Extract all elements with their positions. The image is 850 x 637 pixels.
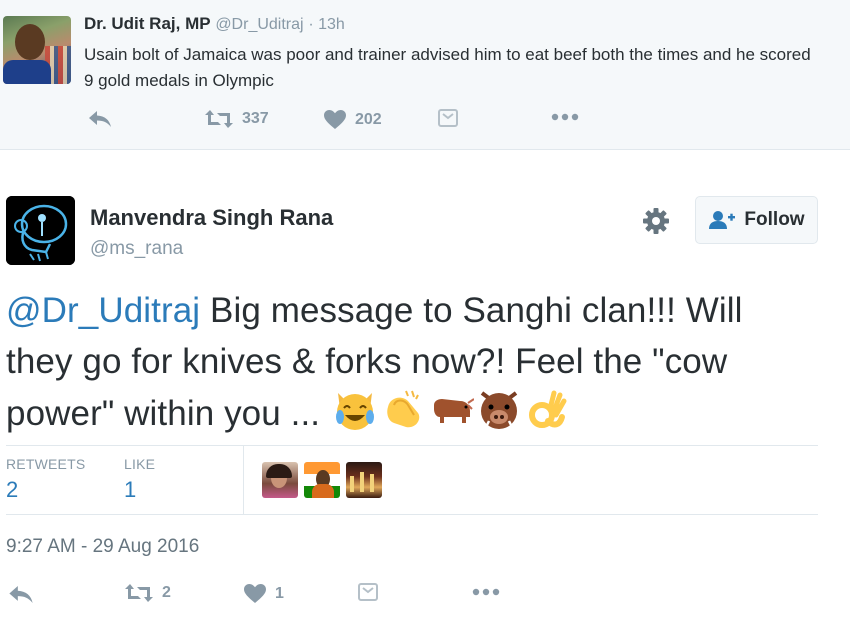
liker-avatar[interactable] [346, 462, 382, 498]
parent-author-handle[interactable]: @Dr_Uditraj [215, 16, 303, 33]
tweet-text-line1: Big message to Sanghi clan!!! Will [200, 291, 743, 330]
tears-of-joy-cat-emoji [335, 393, 374, 430]
tweet-text-line3: power" within you ... [6, 394, 330, 433]
parent-moment-button[interactable] [438, 109, 458, 127]
stats-bottom-divider [6, 514, 818, 515]
mention-link[interactable]: @Dr_Uditraj [6, 291, 200, 330]
clapping-hands-emoji [387, 390, 420, 428]
stats-top-divider [6, 445, 818, 446]
parent-like-button[interactable]: 202 [323, 109, 382, 130]
ox-emoji [433, 398, 474, 423]
tweet-text-line2: they go for knives & forks now?! Feel th… [6, 342, 728, 381]
likes-count[interactable]: 1 [124, 477, 136, 503]
like-button[interactable]: 1 [243, 583, 284, 604]
author-name[interactable]: Manvendra Singh Rana [90, 205, 333, 231]
moment-icon [358, 583, 378, 601]
follow-label: Follow [744, 209, 805, 230]
likes-label[interactable]: LIKE [124, 456, 155, 472]
parent-reply-button[interactable] [88, 110, 112, 128]
tweet-timestamp[interactable]: 9:27 AM - 29 Aug 2016 [6, 536, 199, 558]
reply-icon [9, 586, 33, 603]
parent-like-count: 202 [355, 110, 382, 128]
reply-icon [89, 111, 111, 127]
parent-tweet-time[interactable]: · 13h [308, 16, 344, 33]
add-user-icon [709, 211, 736, 229]
retweets-label[interactable]: RETWEETS [6, 456, 85, 472]
parent-header: Dr. Udit Raj, MP @Dr_Uditraj · 13h [84, 14, 345, 34]
tweet-text: @Dr_Uditraj Big message to Sanghi clan!!… [6, 285, 826, 439]
liker-avatar[interactable] [304, 462, 340, 498]
retweet-icon [125, 584, 153, 602]
gear-icon [643, 208, 669, 234]
ok-hand-emoji [528, 390, 567, 428]
reply-button[interactable] [8, 585, 34, 604]
retweet-count: 2 [162, 584, 171, 601]
more-button[interactable] [472, 587, 500, 597]
likers-avatars [262, 462, 382, 498]
retweet-button[interactable]: 2 [124, 583, 171, 603]
parent-retweet-count: 337 [242, 110, 269, 127]
xray-skull-icon [6, 196, 75, 265]
heart-icon [324, 110, 346, 129]
like-count: 1 [275, 584, 284, 602]
parent-author-name[interactable]: Dr. Udit Raj, MP [84, 14, 211, 33]
settings-button[interactable] [641, 206, 671, 236]
heart-icon [244, 584, 266, 603]
retweets-count[interactable]: 2 [6, 477, 18, 503]
liker-avatar[interactable] [262, 462, 298, 498]
more-icon [551, 113, 579, 121]
parent-avatar[interactable] [3, 16, 71, 84]
more-icon [472, 588, 500, 596]
follow-button[interactable]: Follow [695, 196, 818, 244]
stats-vertical-divider [243, 446, 244, 514]
boar-emoji [480, 391, 518, 429]
parent-tweet-text: Usain bolt of Jamaica was poor and train… [84, 45, 811, 90]
author-avatar[interactable] [6, 196, 75, 265]
parent-more-button[interactable] [551, 112, 579, 122]
parent-tweet[interactable]: Dr. Udit Raj, MP @Dr_Uditraj · 13h Usain… [0, 0, 850, 150]
author-handle[interactable]: @ms_rana [90, 238, 183, 260]
parent-retweet-button[interactable]: 337 [204, 109, 269, 129]
moment-icon [438, 109, 458, 127]
retweet-icon [205, 110, 233, 128]
moment-button[interactable] [358, 583, 378, 601]
